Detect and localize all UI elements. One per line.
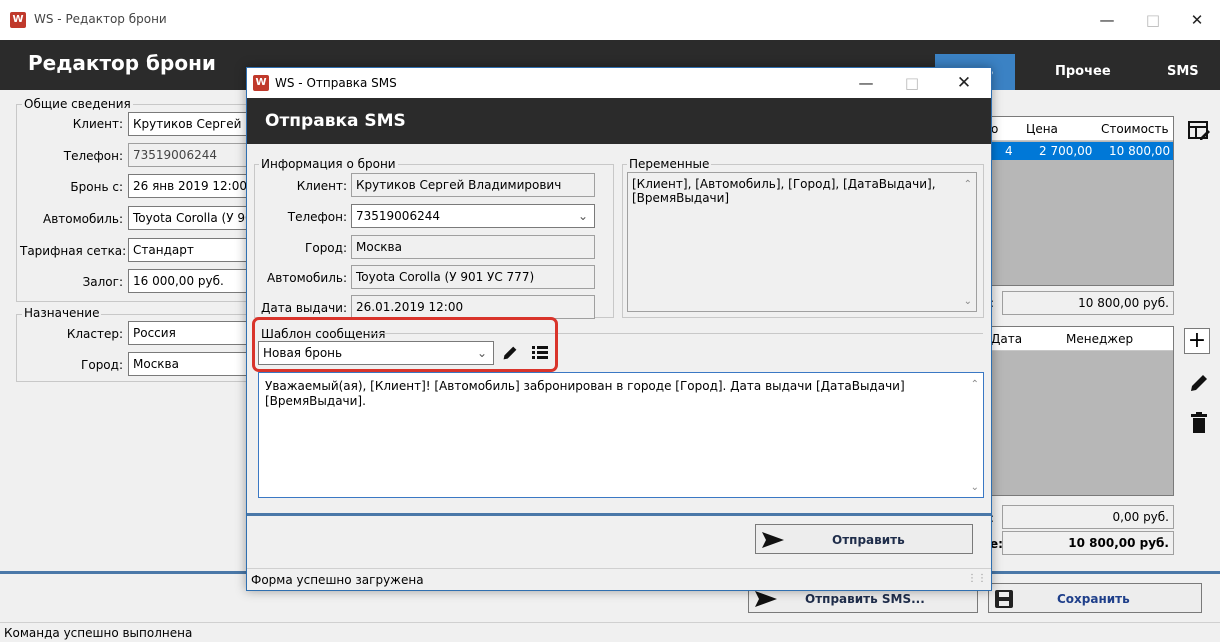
send-arrow-icon bbox=[755, 591, 777, 607]
main-status-bar: Команда успешно выполнена bbox=[0, 622, 1220, 642]
scroll-up-icon[interactable]: ⌃ bbox=[971, 379, 979, 390]
main-header-title: Редактор брони bbox=[28, 51, 216, 75]
resize-grip-icon[interactable]: ⋮⋮ bbox=[967, 573, 987, 584]
app-logo-icon: W bbox=[253, 75, 269, 91]
price-table-row[interactable]: 4 2 700,00 10 800,00 bbox=[991, 142, 1173, 160]
payments-sum-field: 0,00 руб. bbox=[1002, 505, 1174, 529]
close-button[interactable]: ✕ bbox=[1174, 0, 1220, 40]
tab-other[interactable]: Прочее bbox=[1055, 64, 1111, 79]
car-label: Автомобиль: bbox=[43, 212, 123, 226]
scroll-up-icon[interactable]: ⌃ bbox=[964, 179, 972, 190]
deposit-label: Залог: bbox=[82, 275, 123, 289]
booking-label: Бронь с: bbox=[70, 180, 123, 194]
sms-dialog-header: Отправка SMS bbox=[247, 98, 991, 144]
sms-dialog-header-title: Отправка SMS bbox=[265, 111, 406, 131]
tariff-label: Тарифная сетка: bbox=[20, 244, 127, 258]
general-info-title: Общие сведения bbox=[22, 97, 133, 111]
sms-client-field: Крутиков Сергей Владимирович bbox=[351, 173, 595, 197]
send-arrow-icon bbox=[762, 532, 784, 548]
scroll-down-icon[interactable]: ⌄ bbox=[971, 482, 979, 493]
floppy-disk-icon bbox=[995, 590, 1013, 608]
main-window-title: WS - Редактор брони bbox=[34, 12, 167, 26]
edit-payment-button[interactable] bbox=[1186, 370, 1212, 396]
cluster-label: Кластер: bbox=[66, 327, 123, 341]
sms-minimize-button[interactable]: — bbox=[843, 68, 889, 98]
purpose-title: Назначение bbox=[22, 306, 102, 320]
trash-icon bbox=[1191, 412, 1207, 433]
sms-status-bar: Форма успешно загружена ⋮⋮ bbox=[247, 568, 991, 590]
price-table: о Цена Стоимость 4 2 700,00 10 800,00 bbox=[990, 116, 1174, 286]
sms-phone-label: Телефон: bbox=[287, 210, 347, 224]
minimize-button[interactable]: — bbox=[1084, 0, 1130, 40]
table-settings-button[interactable] bbox=[1186, 118, 1212, 144]
phone-label: Телефон: bbox=[63, 149, 123, 163]
add-payment-button[interactable]: + bbox=[1184, 328, 1210, 354]
app-logo-icon: W bbox=[10, 12, 26, 28]
pencil-icon bbox=[1191, 375, 1207, 391]
delete-payment-button[interactable] bbox=[1186, 410, 1212, 436]
sms-city-field: Москва bbox=[351, 235, 595, 259]
maximize-button[interactable]: □ bbox=[1130, 0, 1176, 40]
booking-info-title: Информация о брони bbox=[259, 157, 398, 171]
scroll-down-icon[interactable]: ⌄ bbox=[964, 296, 972, 307]
sms-city-label: Город: bbox=[305, 241, 347, 255]
city-label: Город: bbox=[81, 358, 123, 372]
variables-textbox[interactable]: [Клиент], [Автомобиль], [Город], [ДатаВы… bbox=[627, 172, 977, 312]
tab-sms[interactable]: SMS bbox=[1167, 64, 1199, 79]
message-textarea[interactable]: Уважаемый(ая), [Клиент]! [Автомобиль] за… bbox=[258, 372, 984, 498]
sms-client-label: Клиент: bbox=[296, 179, 347, 193]
main-titlebar: W WS - Редактор брони — □ ✕ bbox=[0, 0, 1220, 40]
table-edit-icon bbox=[1188, 121, 1210, 140]
template-highlight-box bbox=[252, 317, 558, 372]
variables-title: Переменные bbox=[627, 157, 712, 171]
client-label: Клиент: bbox=[72, 117, 123, 131]
sms-status-text: Форма успешно загружена bbox=[251, 573, 424, 587]
chevron-down-icon: ⌄ bbox=[577, 209, 588, 223]
save-button[interactable]: Сохранить bbox=[988, 583, 1202, 613]
main-status-text: Команда успешно выполнена bbox=[4, 626, 193, 640]
price-table-header: о Цена Стоимость bbox=[991, 117, 1173, 141]
send-button[interactable]: Отправить bbox=[755, 524, 973, 554]
sms-car-label: Автомобиль: bbox=[267, 271, 347, 285]
payments-table-header: Дата Менеджер bbox=[991, 327, 1173, 351]
sms-date-field: 26.01.2019 12:00 bbox=[351, 295, 595, 319]
sms-separator bbox=[247, 513, 991, 516]
sms-dialog: W WS - Отправка SMS — □ ✕ Отправка SMS И… bbox=[246, 67, 992, 591]
sms-close-button[interactable]: ✕ bbox=[941, 68, 987, 98]
plus-icon: + bbox=[1187, 328, 1207, 353]
balance-field: 10 800,00 руб. bbox=[1002, 531, 1174, 555]
price-total-field: 10 800,00 руб. bbox=[1002, 291, 1174, 315]
sms-dialog-title: WS - Отправка SMS bbox=[275, 76, 397, 90]
sms-date-label: Дата выдачи: bbox=[260, 301, 347, 315]
sms-car-field: Toyota Corolla (У 901 УС 777) bbox=[351, 265, 595, 289]
sms-phone-select[interactable]: 73519006244 ⌄ bbox=[351, 204, 595, 228]
sms-dialog-titlebar: W WS - Отправка SMS — □ ✕ bbox=[247, 68, 991, 98]
sms-maximize-button[interactable]: □ bbox=[889, 68, 935, 98]
payments-table: Дата Менеджер bbox=[990, 326, 1174, 496]
